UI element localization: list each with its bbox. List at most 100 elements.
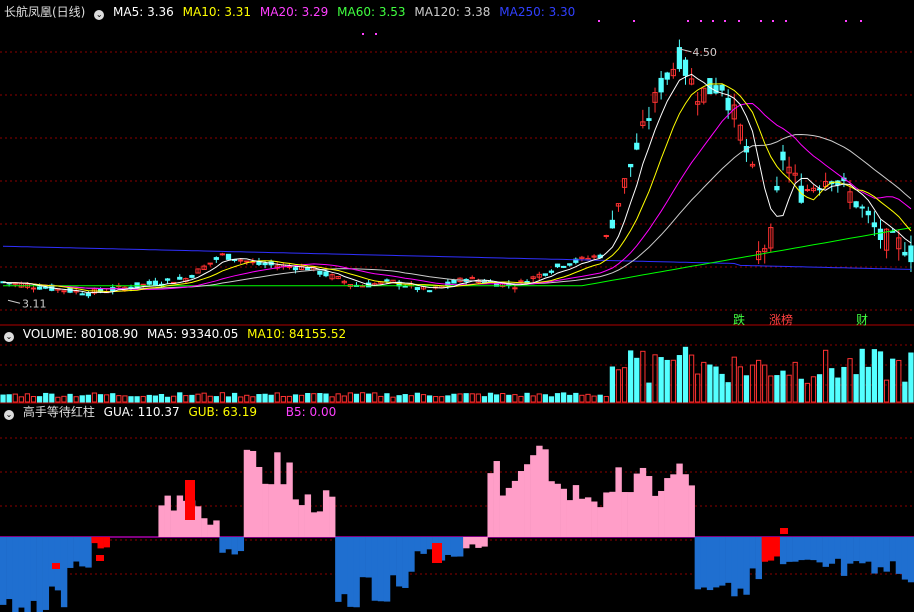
indicator-bar [402, 537, 409, 588]
volume-bar [877, 351, 884, 403]
candle-body [317, 270, 323, 275]
candle-body [646, 118, 652, 121]
indicator-bar [103, 537, 110, 548]
signal-dot [845, 20, 847, 22]
event-marker: 涨榜 [769, 312, 793, 327]
volume-bar [567, 394, 573, 403]
volume-bar [688, 354, 695, 403]
indicator-bar [213, 520, 220, 537]
volume-bar [890, 358, 896, 403]
volume-bar [43, 392, 49, 403]
indicator-bar [280, 484, 287, 537]
indicator-bar [816, 537, 823, 563]
signal-dot [687, 20, 689, 22]
indicator-bar [243, 449, 251, 537]
volume-bar [317, 393, 323, 403]
volume-bar [628, 350, 634, 403]
indicator-bar [621, 492, 628, 537]
volume-bar [207, 395, 213, 403]
indicator-bar [542, 449, 549, 537]
event-marker: 跌 [733, 312, 745, 327]
volume-bar [634, 357, 640, 403]
indicator-bar [731, 537, 738, 597]
candle-body [85, 292, 91, 297]
volume-bar [292, 394, 299, 403]
volume-bar [670, 359, 676, 403]
candle-body [189, 275, 195, 278]
volume-bar [530, 395, 536, 403]
volume-bar [737, 366, 743, 403]
volume-bar [231, 392, 238, 403]
volume-bar [743, 375, 750, 403]
indicator-bar [24, 537, 31, 612]
volume-bar [12, 393, 18, 403]
indicator-bar [18, 537, 25, 608]
signal-dot [785, 20, 787, 22]
indicator-bar [298, 505, 305, 537]
indicator-bar [584, 497, 592, 537]
candle-body [292, 267, 299, 271]
volume-bar [701, 361, 707, 403]
indicator-bar [36, 537, 43, 612]
indicator-bar [822, 537, 829, 567]
volume-bar [268, 394, 274, 403]
indicator-bar [426, 537, 433, 550]
volume-bar [646, 382, 652, 403]
indicator-bar [170, 510, 178, 537]
volume-bar [774, 375, 780, 403]
volume-bar [238, 396, 244, 403]
indicator-bar [560, 488, 567, 537]
volume-bar [378, 395, 384, 403]
indicator-bar [603, 492, 610, 537]
indicator-bar [566, 500, 574, 537]
volume-bar [122, 395, 128, 403]
candle-body [384, 279, 390, 282]
signal-dot [760, 20, 762, 22]
volume-bar [24, 393, 31, 403]
indicator-bar [615, 467, 622, 537]
indicator-bar [249, 450, 257, 537]
volume-bar [445, 395, 451, 403]
indicator-bar [743, 537, 750, 595]
volume-bar [30, 396, 37, 403]
indicator-bar [889, 537, 897, 562]
candle-body [213, 257, 219, 260]
indicator-bar [219, 537, 226, 553]
volume-bar [311, 393, 317, 403]
indicator-bar [664, 478, 671, 537]
indicator-bar [329, 496, 336, 537]
volume-bar [140, 395, 146, 403]
volume-bar [359, 392, 366, 403]
indicator-bar [365, 537, 372, 578]
volume-bar [439, 396, 445, 403]
volume-bar [189, 394, 195, 403]
volume-bar [798, 378, 804, 403]
indicator-bar [371, 537, 379, 601]
indicator-bar [658, 490, 665, 537]
volume-bar [554, 393, 561, 403]
candle-body [225, 253, 232, 260]
indicator-bar [859, 537, 866, 564]
volume-bar [146, 394, 152, 403]
volume-bar [353, 393, 360, 403]
indicator-bar [48, 537, 56, 587]
volume-bar [55, 396, 61, 403]
indicator-bar [60, 537, 68, 608]
indicator-bar [554, 483, 561, 537]
volume-bar [536, 393, 542, 403]
volume-bar [451, 393, 457, 403]
indicator-bar [42, 537, 50, 610]
volume-bar [792, 361, 798, 403]
candle-body [725, 97, 731, 111]
indicator-bar [901, 537, 909, 580]
indicator-bar [475, 537, 482, 548]
signal-block [780, 528, 788, 534]
volume-bar [506, 394, 512, 403]
candle-body [676, 47, 683, 70]
volume-bar [262, 393, 268, 403]
volume-bar [225, 396, 232, 403]
volume-bar [512, 394, 518, 403]
signal-dot [362, 33, 364, 35]
indicator-bar [85, 537, 92, 568]
indicator-bar [79, 537, 86, 567]
